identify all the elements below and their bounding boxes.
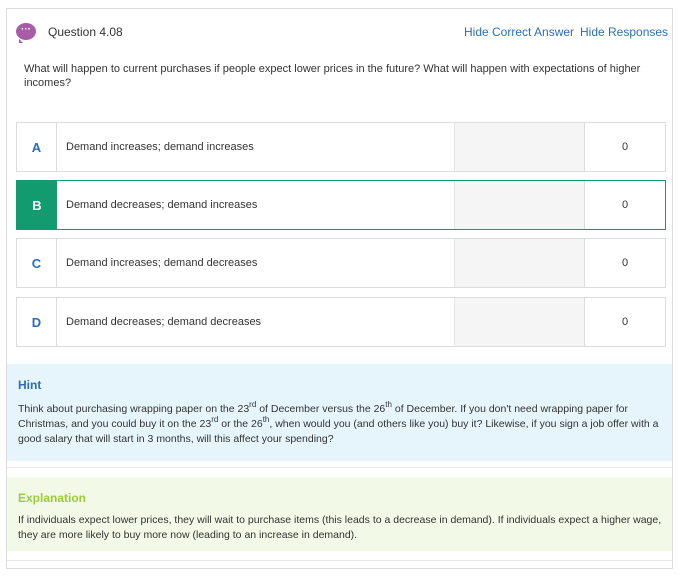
response-count: 0 [584,298,665,346]
question-number: Question 4.08 [48,25,123,39]
hint-title: Hint [18,378,42,392]
hide-responses-link[interactable]: Hide Responses [580,25,668,39]
option-text: Demand decreases; demand decreases [66,316,262,328]
hint-text: Think about purchasing wrapping paper on… [18,400,659,446]
answer-option-b[interactable]: B Demand decreases; demand increases 0 [16,180,666,230]
option-letter: D [17,298,57,346]
answer-option-a[interactable]: A Demand increases; demand increases 0 [16,122,666,172]
option-letter: C [17,239,57,287]
explanation-text: If individuals expect lower prices, they… [18,514,662,541]
speech-bubble-icon: ··· [16,23,36,43]
response-count: 0 [584,123,665,171]
divider [7,560,672,561]
option-text: Demand increases; demand decreases [66,257,258,269]
answer-option-d[interactable]: D Demand decreases; demand decreases 0 [16,297,666,347]
response-bar [454,181,584,229]
explanation-panel: Explanation If individuals expect lower … [7,477,672,551]
option-text: Demand decreases; demand increases [66,199,258,211]
response-bar [454,298,584,346]
response-bar [454,123,584,171]
divider [7,461,672,468]
hide-correct-answer-link[interactable]: Hide Correct Answer [464,25,574,39]
response-count: 0 [584,181,665,229]
question-card: ··· Question 4.08 Hide Correct Answer Hi… [6,8,673,569]
answer-option-c[interactable]: C Demand increases; demand decreases 0 [16,238,666,288]
explanation-title: Explanation [18,491,87,505]
option-letter: B [17,181,57,229]
option-text: Demand increases; demand increases [66,141,254,153]
option-letter: A [17,123,57,171]
question-text: What will happen to current purchases if… [24,63,641,89]
response-count: 0 [584,239,665,287]
response-bar [454,239,584,287]
hint-panel: Hint Think about purchasing wrapping pap… [7,364,672,461]
